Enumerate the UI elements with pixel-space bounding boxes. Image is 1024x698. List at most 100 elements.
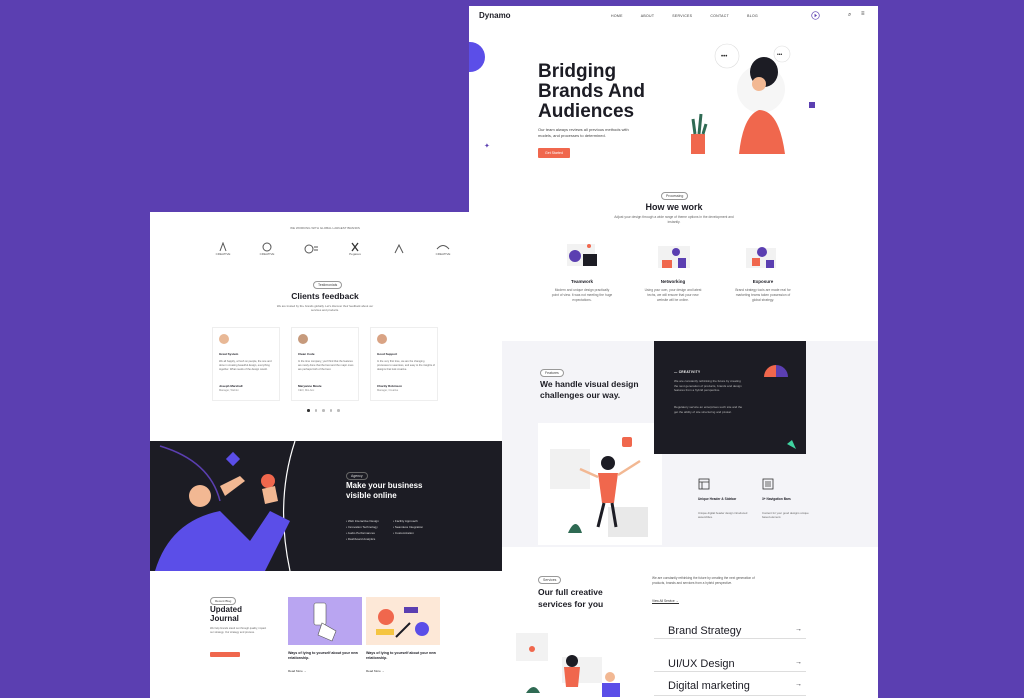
services-illustration	[516, 633, 620, 697]
blog-button[interactable]	[210, 652, 240, 657]
processing-tag: Processing	[661, 192, 689, 200]
brand-logo: CREATIVE	[432, 240, 454, 258]
service-item-uiux-design[interactable]: UI/UX Design →	[654, 654, 806, 672]
agency-list-a: • Web Interactive Design • Innovation Te…	[346, 518, 379, 542]
feature-title-teamwork: Teamwork	[571, 279, 593, 284]
process-subtitle: Adjust your design through a wide range …	[614, 215, 734, 224]
menu-home[interactable]: HOME	[611, 14, 623, 18]
search-icon[interactable]: ⌕	[848, 12, 851, 19]
card-role: Manager, Webist	[219, 389, 239, 392]
features-tag: Features	[540, 369, 564, 377]
feature-text-teamwork: Modern and unique design practically poi…	[551, 288, 613, 302]
services-title: Our full creative services for you	[538, 587, 604, 609]
svg-text:•••: •••	[777, 52, 783, 58]
home-preview-panel: Dynamo HOME ABOUT SERVICES CONTACT BLOG …	[469, 6, 878, 341]
creativity-label: — CREATIVITY	[674, 370, 701, 374]
mini-feature-title: 3+ Navigation Bars	[762, 497, 791, 501]
testimonials-subtitle: We are trusted by 3k+ brands globally. L…	[276, 304, 374, 312]
header-sidebar-icon	[698, 478, 710, 490]
blog-tag: Recent Blog	[210, 597, 237, 605]
menu-blog[interactable]: BLOG	[747, 14, 758, 18]
creativity-text-2: Regulatory service an enterprises such s…	[674, 405, 743, 414]
decor-shape	[787, 440, 796, 449]
list-item: • Dashboard Analytics	[346, 537, 376, 541]
card-label: Great System	[219, 352, 239, 356]
carousel-dots	[307, 409, 340, 412]
card-name: Maryanne Moule	[298, 384, 322, 388]
card-role: Manager, Creative	[377, 389, 399, 392]
main-menu: HOME ABOUT SERVICES CONTACT BLOG	[611, 14, 758, 18]
agency-tag: Agency	[346, 472, 368, 480]
hero-title: Bridging Brands And Audiences	[538, 61, 645, 122]
brand-logo	[300, 240, 322, 258]
list-item: • Customization	[393, 531, 414, 535]
service-item-digital-marketing[interactable]: Digital marketing →	[654, 678, 806, 696]
card-label: Clean Code	[298, 352, 315, 356]
about-preview-panel: WE WORKING WITH GLOBAL LARGEST BRANDS CR…	[150, 212, 502, 698]
get-started-button[interactable]: Get Started	[538, 148, 570, 158]
play-icon[interactable]	[811, 11, 820, 20]
star-icon: ✦	[484, 143, 490, 150]
read-more-link[interactable]: Read More →	[288, 669, 307, 673]
agency-list-b: • Facility Approach • Seamless Integrati…	[393, 518, 423, 536]
arrow-right-icon: →	[795, 659, 802, 666]
testimonial-card: Good Support In the very first time, we …	[370, 327, 438, 401]
carousel-dot[interactable]	[329, 409, 332, 412]
features-illustration	[538, 423, 662, 545]
teamwork-illustration	[567, 244, 597, 266]
card-quote: In the time company, you'll find that th…	[298, 360, 354, 371]
menu-contact[interactable]: CONTACT	[710, 14, 729, 18]
mini-feature-title: Unique Header & Sidebar	[698, 497, 737, 501]
feature-title-networking: Networking	[660, 279, 686, 284]
arrow-right-icon: →	[795, 626, 802, 633]
hero-lead: Our team always reviews all previous met…	[538, 127, 629, 138]
menu-about[interactable]: ABOUT	[641, 14, 655, 18]
mini-feature-text: Unique digital header design introduced …	[698, 511, 748, 519]
card-quote: In the very first time, we are the chang…	[377, 360, 435, 371]
arrow-right-icon: →	[795, 681, 802, 688]
feature-text-networking: Using your own, your design and latest t…	[644, 288, 702, 302]
networking-illustration	[658, 246, 690, 268]
card-name: Joseph Marshall	[219, 384, 243, 388]
service-item-brand-strategy[interactable]: Brand Strategy →	[654, 621, 806, 639]
menu-services[interactable]: SERVICES	[672, 14, 692, 18]
avatar	[219, 334, 229, 344]
process-title: How we work	[645, 202, 703, 212]
navigation-icon	[762, 478, 774, 490]
features-title: We handle visual design challenges our w…	[540, 379, 639, 400]
creativity-shape	[764, 365, 788, 377]
mini-feature-text: Content for your good designs unique bas…	[762, 511, 809, 519]
creativity-text: We are constantly rethinking the future …	[674, 379, 742, 392]
agency-illustration	[155, 441, 296, 571]
feature-text-exposure: Brand strategy tools are made real for m…	[735, 288, 791, 302]
blog-post-title[interactable]: Ways of lying to yourself about your new…	[366, 651, 440, 661]
services-intro: We are constantly rethinking the future …	[652, 576, 755, 585]
blog-image[interactable]	[366, 597, 440, 645]
blog-image[interactable]	[288, 597, 362, 645]
logos-heading: WE WORKING WITH GLOBAL LARGEST BRANDS	[290, 226, 360, 230]
hero-illustration: ••• •••	[691, 43, 815, 154]
carousel-dot[interactable]	[322, 409, 325, 412]
services-tag: Services	[538, 576, 562, 584]
card-name: Charity Robinson	[377, 384, 403, 388]
avatar	[298, 334, 308, 344]
view-all-services-link[interactable]: View All Service →	[652, 599, 679, 604]
read-more-link[interactable]: Read More →	[366, 669, 385, 673]
site-logo[interactable]: Dynamo	[479, 11, 511, 20]
carousel-dot[interactable]	[337, 409, 340, 412]
agency-title: Make your business visible online	[346, 481, 423, 500]
decor-circle	[469, 42, 485, 72]
testimonial-card: Clean Code In the time company, you'll f…	[291, 327, 359, 401]
blog-subtitle: We help brands stand out through quality…	[210, 627, 267, 634]
brand-logo: CREATIVE	[256, 240, 278, 258]
svg-text:•••: •••	[721, 54, 727, 60]
feature-title-exposure: Exposure	[752, 279, 774, 284]
blog-post-title[interactable]: Ways of lying to yourself about your new…	[288, 651, 362, 661]
brand-logo: Pegasus	[344, 240, 366, 258]
exposure-illustration	[746, 247, 776, 268]
carousel-dot[interactable]	[307, 409, 310, 412]
menu-icon[interactable]: ≡	[861, 11, 865, 17]
creativity-card: — CREATIVITY We are constantly rethinkin…	[654, 341, 806, 454]
card-role: CEO, Mio-box	[298, 389, 315, 392]
carousel-dot[interactable]	[314, 409, 317, 412]
